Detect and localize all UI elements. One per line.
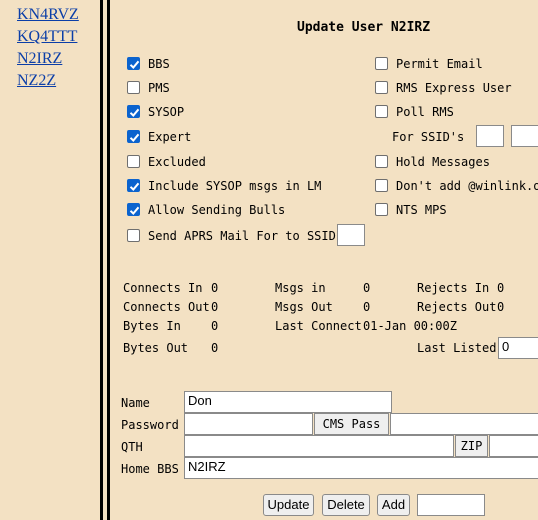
option-label: NTS MPS — [396, 203, 447, 217]
option-label: Poll RMS — [396, 105, 454, 119]
stat-label: Msgs Out — [275, 300, 333, 314]
checkbox-permit-email[interactable] — [375, 57, 388, 70]
callsign-link[interactable]: NZ2Z — [17, 72, 56, 90]
stat-label: Msgs in — [275, 281, 326, 295]
stat-value: 0 — [497, 300, 505, 314]
stat-value: 0 — [497, 281, 505, 295]
checkbox-excluded[interactable] — [127, 155, 140, 168]
option-label: Don't add @winlink.org — [396, 179, 538, 193]
checkbox-expert[interactable] — [127, 130, 140, 143]
callsign-list: KN4RVZ KQ4TTT N2IRZ NZ2Z — [0, 0, 103, 520]
page-title: Update User N2IRZ — [297, 20, 431, 35]
delete-button[interactable]: Delete — [322, 494, 370, 516]
checkbox-bbs[interactable] — [127, 57, 140, 70]
user-edit-panel: Update User N2IRZ BBS PMS SYSOP Expert E… — [107, 0, 538, 520]
stat-value: 01-Jan 00:00Z — [363, 319, 457, 333]
option-label: Send APRS Mail For to SSID — [148, 229, 336, 243]
cms-pass-label: CMS Pass — [314, 413, 389, 435]
qth-field[interactable] — [184, 435, 454, 457]
ssid-label: For SSID's — [392, 130, 465, 144]
add-button[interactable]: Add — [377, 494, 410, 516]
checkbox-nts-mps[interactable] — [375, 203, 388, 216]
update-button[interactable]: Update — [263, 494, 314, 516]
name-label: Name — [121, 396, 150, 410]
password-field[interactable] — [184, 413, 313, 435]
stat-value: 0 — [211, 281, 219, 295]
callsign-link[interactable]: N2IRZ — [17, 50, 62, 68]
checkbox-pms[interactable] — [127, 81, 140, 94]
stat-value: 0 — [211, 300, 219, 314]
stat-label: Connects Out — [123, 300, 210, 314]
home-bbs-field[interactable]: N2IRZ — [184, 457, 538, 479]
stat-value: 0 — [211, 341, 219, 355]
cms-pass-field[interactable] — [390, 413, 538, 435]
checkbox-rms-express-user[interactable] — [375, 81, 388, 94]
callsign-link[interactable]: KQ4TTT — [17, 28, 77, 46]
stat-label: Bytes In — [123, 319, 181, 333]
option-label: Include SYSOP msgs in LM — [148, 179, 322, 193]
callsign-link[interactable]: KN4RVZ — [17, 6, 79, 24]
option-label: Permit Email — [396, 57, 483, 71]
stat-value: 0 — [363, 300, 371, 314]
zip-field[interactable] — [489, 435, 538, 457]
checkbox-send-aprs-mail[interactable] — [127, 229, 140, 242]
checkbox-dont-add-winlink[interactable] — [375, 179, 388, 192]
stat-label: Last Listed — [417, 341, 497, 355]
checkbox-poll-rms[interactable] — [375, 105, 388, 118]
option-label: SYSOP — [148, 105, 185, 119]
option-label: Excluded — [148, 155, 206, 169]
checkbox-hold-messages[interactable] — [375, 155, 388, 168]
checkbox-allow-bulls[interactable] — [127, 203, 140, 216]
ssid-input-1[interactable] — [476, 125, 504, 147]
last-listed-input[interactable]: 0 — [498, 337, 538, 359]
option-label: Hold Messages — [396, 155, 490, 169]
ssid-input-2[interactable] — [511, 125, 538, 147]
aprs-ssid-input[interactable] — [337, 224, 365, 246]
zip-label: ZIP — [455, 435, 488, 457]
option-label: BBS — [148, 57, 170, 71]
password-label: Password — [121, 418, 179, 432]
option-label: PMS — [148, 81, 170, 95]
stat-label: Rejects Out — [417, 300, 497, 314]
checkbox-include-sysop-msgs[interactable] — [127, 179, 140, 192]
qth-label: QTH — [121, 440, 143, 454]
stat-label: Last Connect — [275, 319, 362, 333]
option-label: Expert — [148, 130, 192, 144]
stat-value: 0 — [363, 281, 371, 295]
option-label: Allow Sending Bulls — [148, 203, 286, 217]
home-bbs-label: Home BBS — [121, 462, 179, 476]
name-field[interactable]: Don — [184, 391, 392, 413]
option-label: RMS Express User — [396, 81, 512, 95]
stat-label: Rejects In — [417, 281, 490, 295]
stat-label: Bytes Out — [123, 341, 189, 355]
stat-label: Connects In — [123, 281, 203, 295]
add-call-input[interactable] — [417, 494, 485, 516]
stat-value: 0 — [211, 319, 219, 333]
checkbox-sysop[interactable] — [127, 105, 140, 118]
